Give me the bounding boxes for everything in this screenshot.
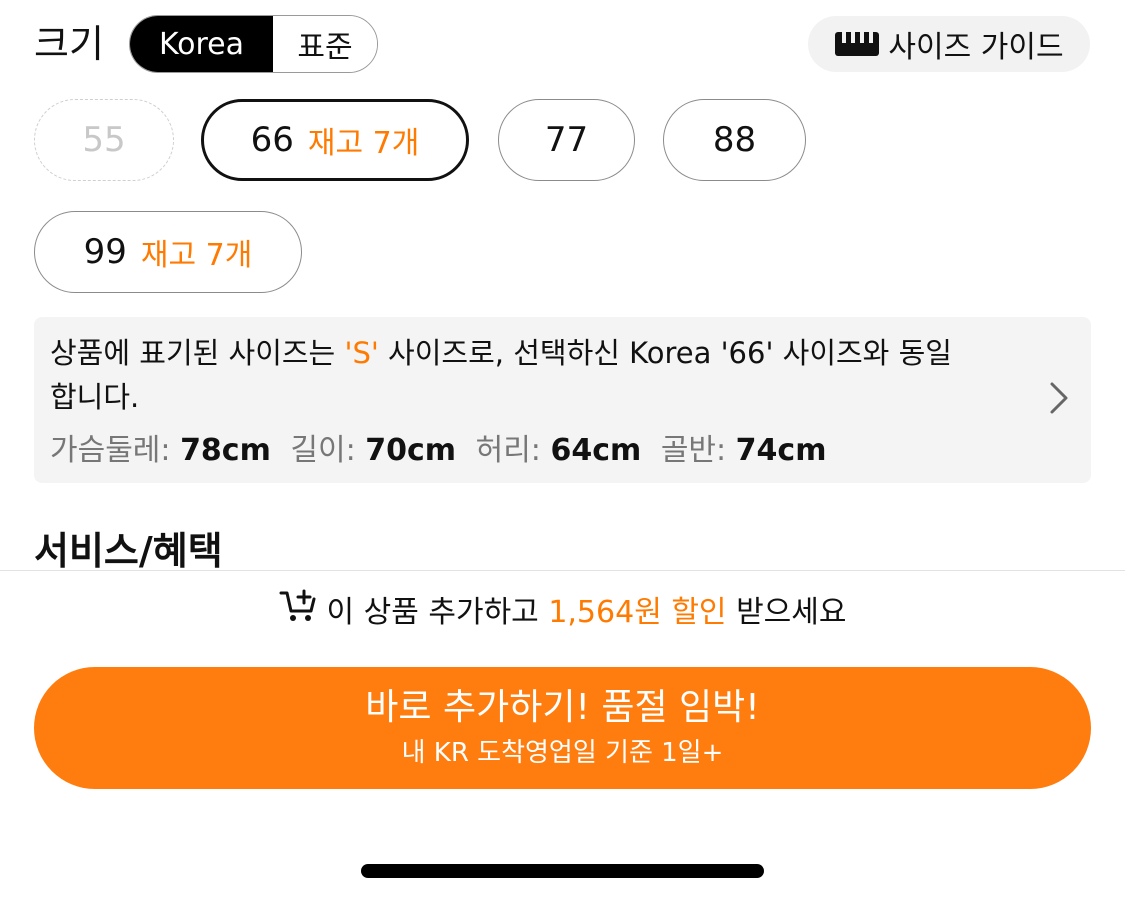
- size-option-88[interactable]: 88: [663, 99, 806, 181]
- size-option-label: 66: [250, 120, 294, 160]
- cta-delivery-label: 내 KR 도착영업일 기준 1일+: [401, 738, 724, 768]
- measure-value-waist: 64cm: [550, 433, 642, 468]
- measure-value-chest: 78cm: [180, 433, 271, 468]
- size-option-55[interactable]: 55: [34, 99, 174, 181]
- size-option-label: 99: [83, 232, 127, 272]
- product-size-highlight: 'S': [344, 336, 379, 370]
- measure-label-waist: 허리:: [475, 433, 541, 468]
- size-option-66[interactable]: 66 재고 7개: [201, 99, 469, 181]
- size-option-99[interactable]: 99 재고 7개: [34, 211, 302, 293]
- services-benefits-title: 서비스/혜택: [34, 529, 223, 573]
- home-indicator[interactable]: [361, 864, 764, 878]
- chevron-right-icon[interactable]: [1049, 381, 1069, 419]
- size-guide-button[interactable]: 사이즈 가이드: [808, 16, 1090, 72]
- standard-option-korea[interactable]: Korea: [130, 16, 273, 72]
- discount-amount: 1,564원 할인: [548, 595, 727, 630]
- size-option-label: 55: [82, 120, 126, 160]
- size-mapping-text-line2: 합니다.: [50, 380, 140, 414]
- measure-label-chest: 가슴둘레:: [50, 433, 171, 468]
- add-now-button[interactable]: 바로 추가하기! 품절 임박! 내 KR 도착영업일 기준 1일+: [34, 667, 1091, 789]
- measure-label-length: 길이:: [290, 433, 356, 468]
- measurements: 가슴둘레: 78cm 길이: 70cm 허리: 64cm 골반: 74cm: [50, 429, 1021, 473]
- size-section-title: 크기: [34, 22, 104, 66]
- size-standard-toggle[interactable]: Korea 표준: [129, 15, 378, 73]
- promo-banner: 이 상품 추가하고 1,564원 할인 받으세요: [0, 585, 1125, 633]
- cart-plus-icon: [279, 587, 319, 631]
- measure-value-length: 70cm: [365, 433, 457, 468]
- promo-text: 이 상품 추가하고 1,564원 할인 받으세요: [326, 595, 847, 630]
- size-option-77[interactable]: 77: [498, 99, 635, 181]
- size-info-box[interactable]: 상품에 표기된 사이즈는 'S' 사이즈로, 선택하신 Korea '66' 사…: [34, 317, 1091, 483]
- standard-option-standard[interactable]: 표준: [273, 16, 377, 72]
- cta-main-label: 바로 추가하기! 품절 임박!: [365, 687, 760, 728]
- size-option-label: 88: [712, 120, 757, 160]
- size-guide-label: 사이즈 가이드: [888, 30, 1064, 65]
- size-option-label: 77: [544, 120, 589, 160]
- ruler-icon: [834, 30, 880, 58]
- stock-badge: 재고 7개: [140, 238, 253, 273]
- measure-value-hip: 74cm: [735, 433, 827, 468]
- stock-badge: 재고 7개: [307, 126, 420, 161]
- measure-label-hip: 골반:: [660, 433, 727, 468]
- size-mapping-text: 상품에 표기된 사이즈는 'S' 사이즈로, 선택하신 Korea '66' 사…: [50, 336, 952, 370]
